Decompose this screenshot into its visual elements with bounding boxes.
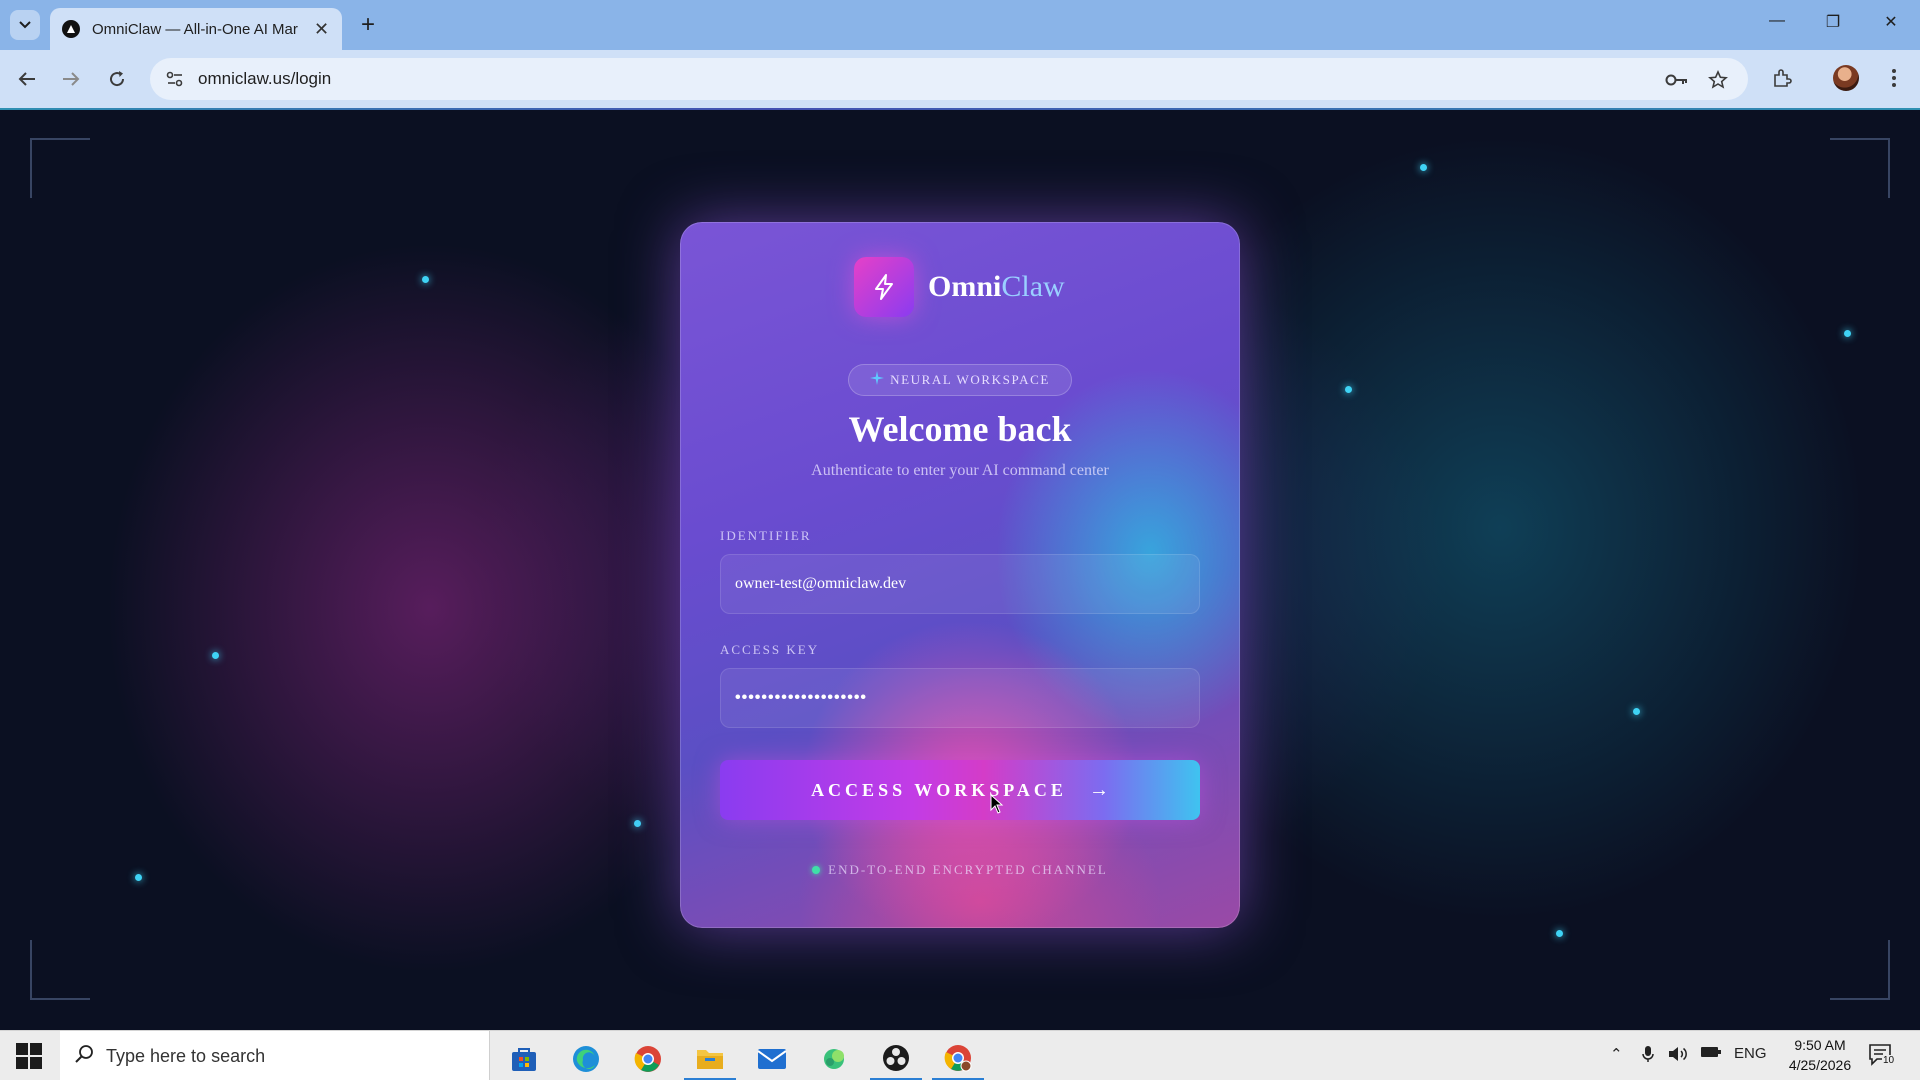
brand-name: OmniClaw xyxy=(928,270,1065,303)
clock-time: 9:50 AM xyxy=(1794,1037,1846,1053)
tab-title: OmniClaw — All-in-One AI Mar xyxy=(92,20,298,38)
new-tab-button[interactable]: + xyxy=(354,12,382,40)
particle-dot xyxy=(1844,330,1851,337)
frame-corner-bottom-right xyxy=(1830,940,1890,1000)
obs-app-icon[interactable] xyxy=(870,1037,922,1080)
login-page: OmniClaw NEURAL WORKSPACE Welcome back A… xyxy=(0,108,1920,1030)
access-key-input[interactable]: •••••••••••••••••••• xyxy=(720,668,1200,728)
particle-dot xyxy=(1633,708,1640,715)
page-title: Welcome back xyxy=(848,409,1072,449)
arrow-right-icon: → xyxy=(1088,778,1109,801)
microphone-icon[interactable] xyxy=(1642,1045,1654,1067)
mouse-cursor xyxy=(990,793,1004,819)
search-placeholder: Type here to search xyxy=(106,1045,266,1066)
taskbar-search[interactable]: Type here to search xyxy=(60,1031,490,1080)
browser-tab-active[interactable]: OmniClaw — All-in-One AI Mar ✕ xyxy=(50,8,342,50)
avatar xyxy=(1833,65,1859,91)
minimize-button[interactable]: — xyxy=(1762,12,1792,36)
tab-close-icon[interactable]: ✕ xyxy=(314,19,329,40)
identifier-value: owner-test@omniclaw.dev xyxy=(735,575,907,592)
url-text[interactable]: omniclaw.us/login xyxy=(198,69,331,89)
particle-dot xyxy=(422,276,429,283)
chrome-profile-app-icon[interactable] xyxy=(932,1037,984,1080)
close-window-button[interactable]: ✕ xyxy=(1876,12,1906,36)
neural-workspace-badge: NEURAL WORKSPACE xyxy=(848,364,1072,396)
notification-center-icon[interactable]: 10 xyxy=(1868,1043,1898,1071)
store-app-icon[interactable] xyxy=(498,1037,550,1080)
particle-dot xyxy=(1556,930,1563,937)
copilot-app-icon[interactable] xyxy=(808,1037,860,1080)
login-card: OmniClaw NEURAL WORKSPACE Welcome back A… xyxy=(680,222,1240,928)
language-indicator[interactable]: ENG xyxy=(1734,1045,1767,1062)
access-key-value: •••••••••••••••••••• xyxy=(735,689,868,706)
battery-icon[interactable] xyxy=(1700,1045,1722,1063)
tray-chevron-icon[interactable]: ⌃ xyxy=(1610,1045,1623,1063)
page-top-glow-line xyxy=(0,108,1920,110)
site-info-icon[interactable] xyxy=(156,71,194,87)
reload-icon[interactable] xyxy=(102,64,132,94)
omniclaw-favicon-icon xyxy=(62,20,80,38)
tab-search-icon[interactable] xyxy=(10,10,40,40)
forward-icon[interactable] xyxy=(56,64,86,94)
windows-start-icon[interactable] xyxy=(16,1043,42,1069)
particle-dot xyxy=(135,874,142,881)
password-key-icon[interactable] xyxy=(1664,67,1690,93)
extensions-icon[interactable] xyxy=(1768,64,1796,92)
profile-avatar[interactable] xyxy=(1832,64,1860,92)
edge-app-icon[interactable] xyxy=(560,1037,612,1080)
status-dot xyxy=(812,866,821,874)
star-icon[interactable] xyxy=(1705,67,1731,93)
notification-count-badge: 10 xyxy=(1882,1055,1896,1066)
frame-corner-top-left xyxy=(30,138,90,198)
clock-date: 4/25/2026 xyxy=(1788,1057,1852,1073)
particle-dot xyxy=(634,820,641,827)
particle-dot xyxy=(1420,164,1427,171)
identifier-label: IDENTIFIER xyxy=(720,528,812,543)
mail-app-icon[interactable] xyxy=(746,1037,798,1080)
restore-button[interactable]: ❐ xyxy=(1818,12,1848,36)
access-key-label: ACCESS KEY xyxy=(720,642,820,657)
submit-label: ACCESS WORKSPACE xyxy=(811,779,1067,800)
identifier-input[interactable]: owner-test@omniclaw.dev xyxy=(720,554,1200,614)
file-explorer-icon[interactable] xyxy=(684,1037,736,1080)
particle-dot xyxy=(1345,386,1352,393)
page-subtitle: Authenticate to enter your AI command ce… xyxy=(811,462,1109,479)
system-clock[interactable]: 9:50 AM 4/25/2026 xyxy=(1770,1035,1870,1075)
browser-toolbar: omniclaw.us/login xyxy=(0,50,1920,108)
chrome-app-icon[interactable] xyxy=(622,1037,674,1080)
brand-logo: OmniClaw xyxy=(854,257,1065,317)
frame-corner-top-right xyxy=(1830,138,1890,198)
search-icon xyxy=(74,1044,94,1069)
particle-dot xyxy=(212,652,219,659)
access-workspace-button[interactable]: ACCESS WORKSPACE → xyxy=(720,760,1200,820)
frame-corner-bottom-left xyxy=(30,940,90,1000)
taskbar: Type here to search ⌃ ENG 9:50 AM 4/25/2… xyxy=(0,1030,1920,1080)
menu-icon[interactable] xyxy=(1880,64,1908,92)
browser-tab-bar: OmniClaw — All-in-One AI Mar ✕ + — ❐ ✕ xyxy=(0,0,1920,50)
volume-icon[interactable] xyxy=(1668,1045,1688,1067)
bolt-icon xyxy=(854,257,914,317)
back-icon[interactable] xyxy=(12,64,42,94)
encryption-note: END-TO-END ENCRYPTED CHANNEL xyxy=(680,862,1240,878)
address-bar[interactable]: omniclaw.us/login xyxy=(150,58,1748,100)
sparkle-icon xyxy=(870,370,885,390)
